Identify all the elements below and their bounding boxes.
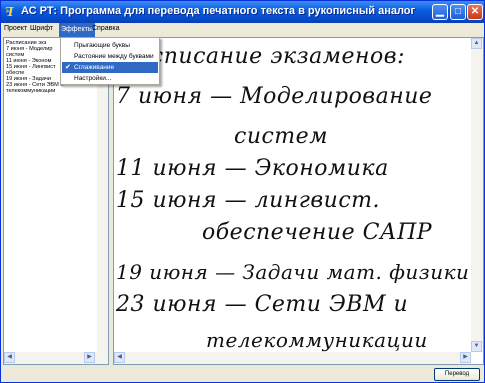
menu-font[interactable]: Шрифт xyxy=(30,25,53,32)
menu-bar: Проект Шрифт Эффекты Справка xyxy=(1,23,484,37)
handwritten-line: телекоммуникации xyxy=(206,328,428,352)
handwritten-line: 11 июня — Экономика xyxy=(116,156,389,181)
left-horizontal-scrollbar[interactable]: ◀ ▶ xyxy=(4,352,108,364)
menu-item-jumping-letters[interactable]: Прыгающие буквы xyxy=(62,40,158,51)
menu-item-letter-spacing[interactable]: Растояние между буквами xyxy=(62,51,158,62)
window-title: АС РТ: Программа для перевода печатного … xyxy=(21,5,416,17)
effects-dropdown-menu: Прыгающие буквы Растояние между буквами … xyxy=(60,37,160,85)
menu-project[interactable]: Проект xyxy=(4,25,27,32)
maximize-button[interactable]: □ xyxy=(450,4,466,20)
scroll-left-icon[interactable]: ◀ xyxy=(4,352,15,363)
maximize-icon: □ xyxy=(454,6,462,17)
check-icon: ✔ xyxy=(65,64,71,71)
scroll-right-icon[interactable]: ▶ xyxy=(460,352,471,363)
handwriting-canvas[interactable]: Расписание экзаменов: 7 июня — Моделиров… xyxy=(113,37,484,365)
canvas-vertical-scrollbar[interactable]: ▲ ▼ xyxy=(471,38,483,352)
list-item: телекоммуникации xyxy=(6,88,56,94)
minimize-icon: ▁ xyxy=(436,6,444,17)
handwritten-line: обеспечение САПР xyxy=(202,220,433,245)
translate-button[interactable]: Перевод xyxy=(434,368,480,381)
source-text-list[interactable]: Расписание экз 7 июня - Моделир систем 1… xyxy=(3,37,109,365)
handwritten-line: 15 июня — лингвист. xyxy=(116,188,381,213)
handwritten-line: систем xyxy=(234,124,328,149)
handwritten-line: Расписание экзаменов: xyxy=(122,44,405,69)
app-icon: ꟻ xyxy=(5,5,14,19)
scroll-up-icon[interactable]: ▲ xyxy=(471,38,482,49)
handwritten-line: 7 июня — Моделирование xyxy=(116,84,433,109)
app-window: ꟻ АС РТ: Программа для перевода печатног… xyxy=(0,0,485,383)
menu-effects[interactable]: Эффекты xyxy=(59,23,95,37)
menu-item-smoothing[interactable]: ✔ Сглаживание xyxy=(62,62,158,73)
left-vertical-scrollbar[interactable] xyxy=(97,38,108,352)
menu-item-settings[interactable]: Настройки... xyxy=(62,73,158,84)
handwritten-line: 19 июня — Задачи мат. физики xyxy=(116,260,470,284)
scroll-down-icon[interactable]: ▼ xyxy=(471,341,482,352)
title-bar[interactable]: ꟻ АС РТ: Программа для перевода печатног… xyxy=(1,1,484,23)
scroll-right-icon[interactable]: ▶ xyxy=(84,352,95,363)
close-button[interactable]: ✕ xyxy=(467,4,483,20)
handwritten-line: 23 июня — Сети ЭВМ и xyxy=(116,292,409,317)
close-icon: ✕ xyxy=(470,6,480,17)
scroll-left-icon[interactable]: ◀ xyxy=(114,352,125,363)
canvas-horizontal-scrollbar[interactable]: ◀ ▶ xyxy=(114,352,471,364)
bottom-bar: Перевод xyxy=(1,366,484,382)
minimize-button[interactable]: ▁ xyxy=(432,4,448,20)
menu-help[interactable]: Справка xyxy=(92,25,119,32)
